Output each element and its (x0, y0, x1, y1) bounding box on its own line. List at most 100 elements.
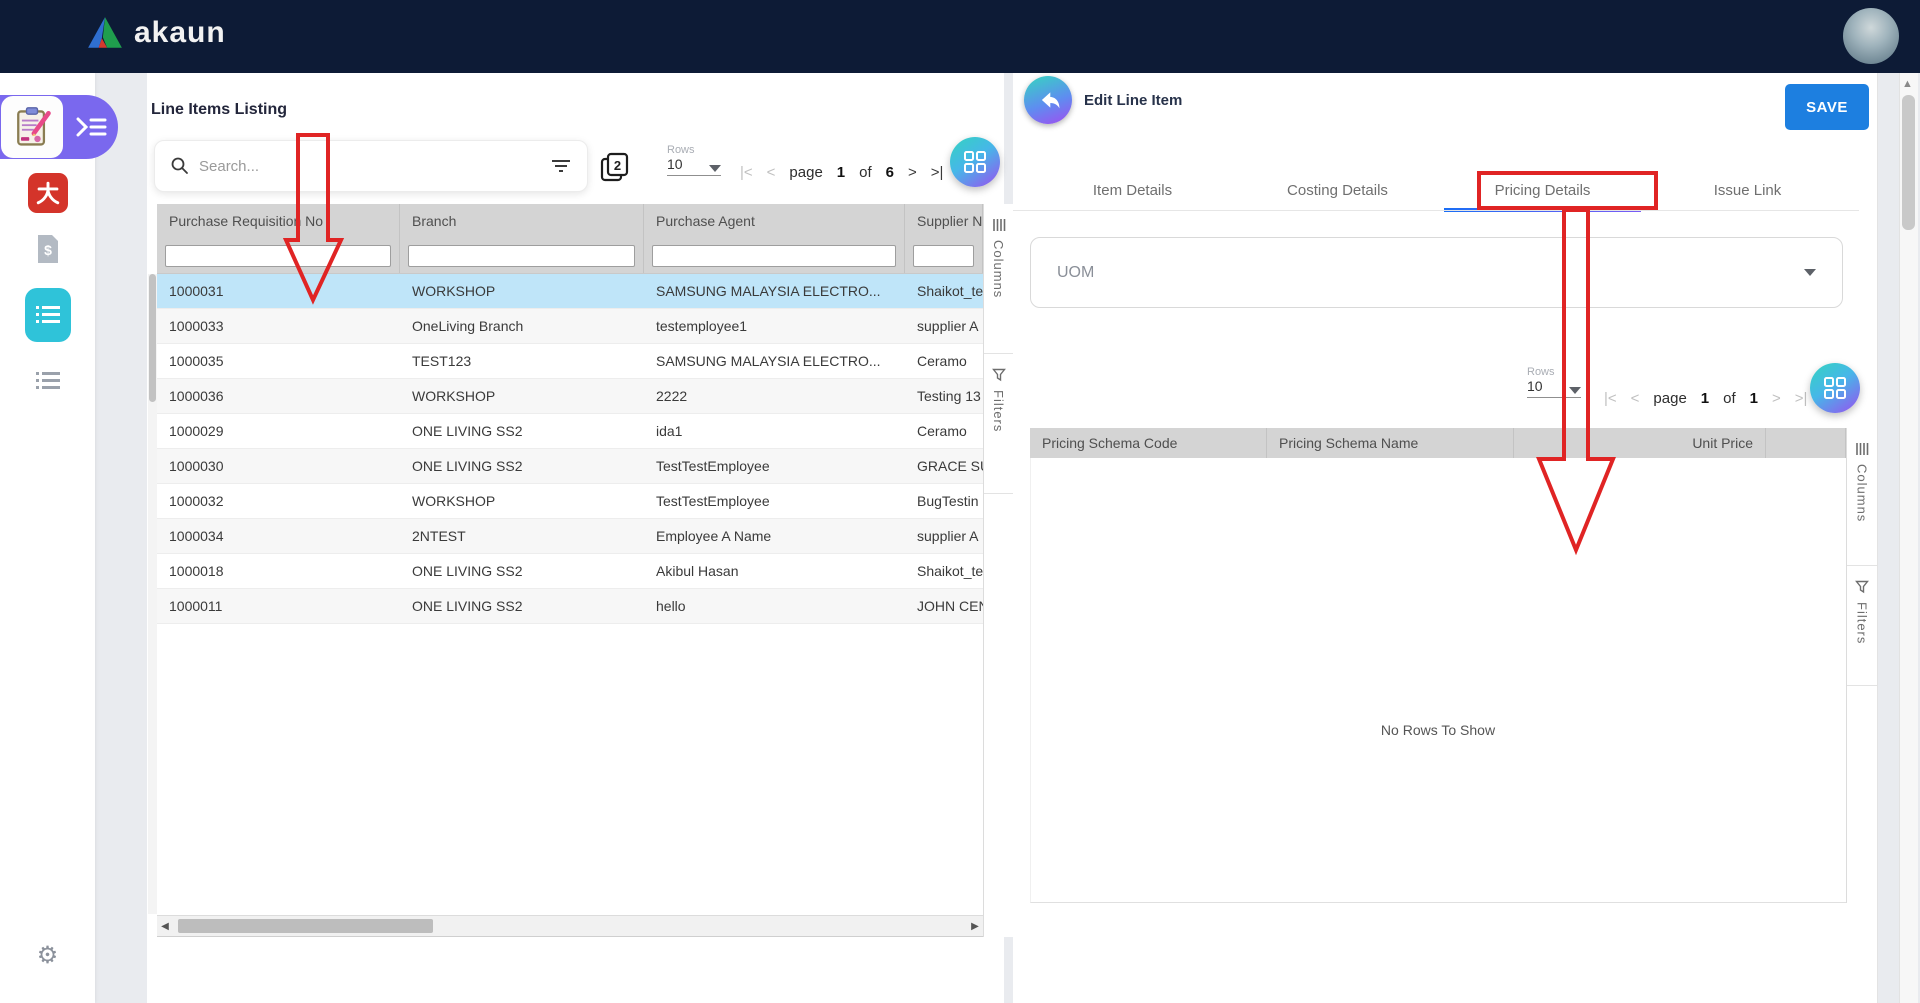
table-row[interactable]: 1000032WORKSHOPTestTestEmployeeBugTestin (157, 484, 983, 519)
column-filter-input[interactable] (165, 245, 391, 267)
of-word: of (1723, 390, 1736, 407)
table-cell-branch: WORKSHOP (400, 274, 644, 308)
side-tool-strip: Columns Filters (1846, 428, 1877, 903)
table-cell-agent: ida1 (644, 414, 905, 448)
column-filter-input[interactable] (652, 245, 896, 267)
tab-costing-details[interactable]: Costing Details (1235, 170, 1440, 210)
sidebar-item-listing[interactable] (0, 370, 95, 392)
filters-tool-tab[interactable]: Filters (984, 354, 1013, 494)
sidebar-item-app-launcher[interactable] (0, 95, 118, 159)
filter-cell (644, 238, 905, 273)
table-row[interactable]: 1000011ONE LIVING SS2helloJOHN CEN (157, 589, 983, 624)
columns-tool-tab[interactable]: Columns (1847, 428, 1877, 566)
table-cell-agent: TestTestEmployee (644, 484, 905, 518)
table-cell-agent: TestTestEmployee (644, 449, 905, 483)
akaun-triangle-icon (86, 16, 124, 50)
search-input[interactable]: Search... (154, 140, 588, 192)
pages-icon[interactable]: 2 (600, 152, 630, 187)
column-filter-input[interactable] (913, 245, 974, 267)
filter-list-icon[interactable] (551, 159, 571, 173)
column-header[interactable]: Pricing Schema Name (1267, 428, 1514, 458)
column-header[interactable]: Pricing Schema Code (1030, 428, 1267, 458)
of-word: of (859, 164, 872, 181)
next-page-button[interactable]: > (1772, 390, 1781, 407)
table-row[interactable]: 1000029ONE LIVING SS2ida1Ceramo (157, 414, 983, 449)
table-row[interactable]: 10000342NTESTEmployee A Namesupplier A (157, 519, 983, 554)
column-header[interactable]: Supplier Name (905, 204, 983, 238)
tab-pricing-details[interactable]: Pricing Details (1440, 170, 1645, 210)
side-tool-strip: Columns Filters (983, 204, 1013, 937)
grid-view-button[interactable] (950, 137, 1000, 187)
column-header[interactable]: Unit Price (1514, 428, 1766, 458)
back-button[interactable] (1024, 76, 1072, 124)
scrollbar-thumb[interactable] (1902, 95, 1915, 230)
grid-view-button[interactable] (1810, 363, 1860, 413)
scroll-up-icon[interactable]: ▲ (1902, 78, 1915, 91)
filter-funnel-icon (992, 368, 1006, 382)
save-button[interactable]: SAVE (1785, 84, 1869, 130)
sidebar-item-line-items[interactable] (0, 288, 95, 342)
first-page-button[interactable]: |< (740, 164, 753, 181)
divider (1013, 210, 1859, 211)
table-body: 1000031WORKSHOPSAMSUNG MALAYSIA ELECTRO.… (157, 274, 983, 624)
tab-bar: Item DetailsCosting DetailsPricing Detai… (1030, 170, 1850, 210)
scrollbar-thumb[interactable] (178, 919, 433, 933)
table-cell-supplier: Shaikot_te (905, 554, 983, 588)
dollar-document-icon: $ (35, 233, 61, 265)
column-filter-input[interactable] (408, 245, 635, 267)
table-cell-no: 1000035 (157, 344, 400, 378)
filter-cell (905, 238, 983, 273)
table-row[interactable]: 1000035TEST123SAMSUNG MALAYSIA ELECTRO..… (157, 344, 983, 379)
rows-value: 10 (1527, 378, 1543, 394)
columns-tool-tab[interactable]: Columns (984, 204, 1013, 354)
table-body (1030, 458, 1846, 903)
avatar[interactable] (1843, 8, 1899, 64)
svg-text:$: $ (44, 242, 52, 258)
tab-issue-link[interactable]: Issue Link (1645, 170, 1850, 210)
back-arrow-icon (1035, 87, 1061, 113)
gear-icon: ⚙ (37, 941, 59, 969)
last-page-button[interactable]: >| (931, 164, 944, 181)
prev-page-button[interactable]: < (1631, 390, 1640, 407)
last-page-button[interactable]: >| (1795, 390, 1808, 407)
table-cell-supplier: supplier A (905, 519, 983, 553)
sidebar-item-billing[interactable]: $ (0, 233, 95, 265)
grid-icon (962, 149, 988, 175)
table-row[interactable]: 1000018ONE LIVING SS2Akibul HasanShaikot… (157, 554, 983, 589)
filters-tab-label: Filters (1855, 602, 1870, 644)
filter-cell (157, 238, 400, 273)
table-row[interactable]: 1000030ONE LIVING SS2TestTestEmployeeGRA… (157, 449, 983, 484)
next-page-button[interactable]: > (908, 164, 917, 181)
sidebar-item-red-app[interactable] (0, 173, 95, 213)
uom-select[interactable]: UOM (1030, 237, 1843, 308)
column-header[interactable]: Branch (400, 204, 644, 238)
table-row[interactable]: 1000031WORKSHOPSAMSUNG MALAYSIA ELECTRO.… (157, 274, 983, 309)
rows-per-page-select[interactable]: Rows 10 (667, 144, 721, 176)
chevron-down-icon (709, 165, 721, 172)
rows-per-page-select[interactable]: Rows 10 (1527, 366, 1581, 398)
first-page-button[interactable]: |< (1604, 390, 1617, 407)
prev-page-button[interactable]: < (767, 164, 776, 181)
table-row[interactable]: 1000033OneLiving Branchtestemployee1supp… (157, 309, 983, 344)
column-header[interactable]: Purchase Agent (644, 204, 905, 238)
scroll-left-icon[interactable]: ◀ (157, 921, 173, 932)
tab-item-details[interactable]: Item Details (1030, 170, 1235, 210)
table-cell-no: 1000033 (157, 309, 400, 343)
scroll-right-icon[interactable]: ▶ (967, 921, 983, 932)
filters-tool-tab[interactable]: Filters (1847, 566, 1877, 686)
table-cell-no: 1000031 (157, 274, 400, 308)
table-row[interactable]: 1000036WORKSHOP2222Testing 13 (157, 379, 983, 414)
sidebar-item-settings[interactable]: ⚙ (0, 941, 95, 969)
rows-value: 10 (667, 156, 683, 172)
table-cell-supplier: supplier A (905, 309, 983, 343)
table-cell-agent: testemployee1 (644, 309, 905, 343)
brand-logo[interactable]: akaun (86, 16, 226, 50)
table-cell-no: 1000030 (157, 449, 400, 483)
columns-icon (1855, 442, 1869, 456)
scrollbar-thumb[interactable] (149, 274, 156, 402)
brand-name: akaun (134, 16, 226, 50)
column-header[interactable]: Purchase Requisition No (157, 204, 400, 238)
table-cell-agent: Akibul Hasan (644, 554, 905, 588)
column-header[interactable] (1766, 428, 1846, 458)
list-icon (35, 370, 61, 392)
